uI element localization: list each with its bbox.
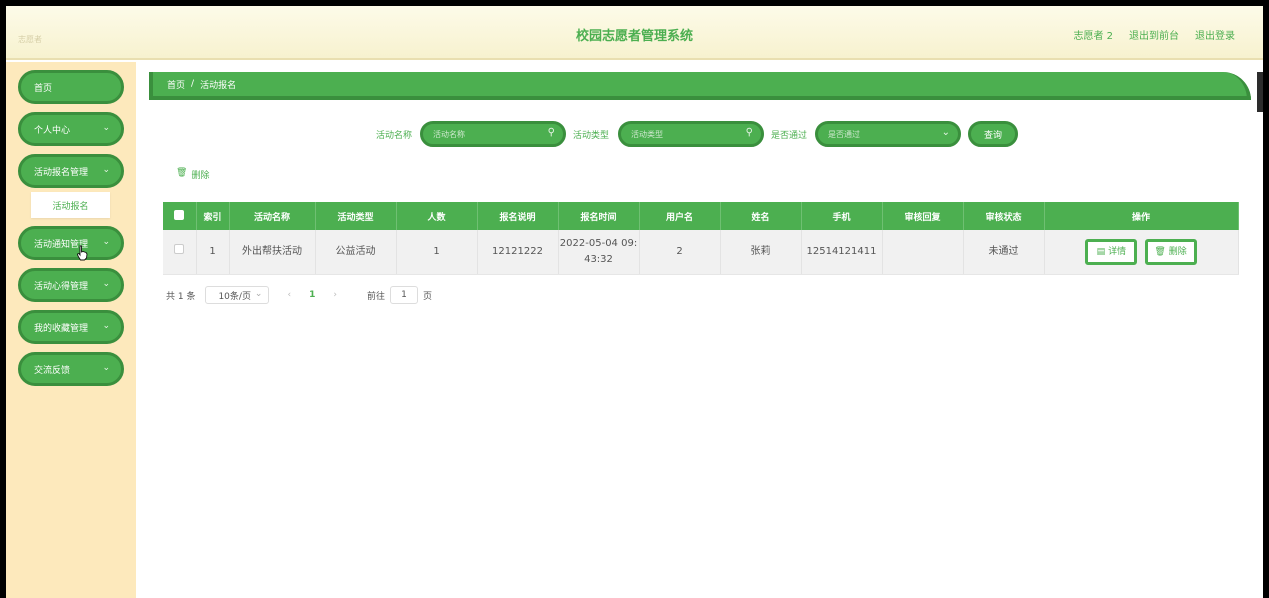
sidebar-item-personal[interactable]: 个人中心 ⌄ bbox=[18, 112, 124, 146]
sidebar-item-experience-management[interactable]: 活动心得管理 ⌄ bbox=[18, 268, 124, 302]
sidebar-item-feedback[interactable]: 交流反馈 ⌄ bbox=[18, 352, 124, 386]
header-links: 志愿者 2 退出到前台 退出登录 bbox=[1073, 27, 1235, 42]
cell-description: 12121222 bbox=[477, 230, 559, 275]
cell-signup-time: 2022-05-04 09: 43:32 bbox=[558, 230, 640, 275]
user-name[interactable]: 志愿者 2 bbox=[1073, 27, 1113, 42]
next-page-icon[interactable]: › bbox=[333, 290, 337, 300]
app-window: 志愿者 校园志愿者管理系统 志愿者 2 退出到前台 退出登录 首页 个人中心 ⌄… bbox=[6, 6, 1263, 598]
signup-table: 索引 活动名称 活动类型 人数 报名说明 报名时间 用户名 姓名 手机 审核回复… bbox=[163, 202, 1239, 275]
cell-review-status: 未通过 bbox=[963, 230, 1045, 275]
sidebar-item-signup-management[interactable]: 活动报名管理 ⌄ bbox=[18, 154, 124, 188]
sidebar: 首页 个人中心 ⌄ 活动报名管理 ⌄ 活动报名 活动通知管理 ⌄ 活动心得管理 … bbox=[6, 62, 136, 598]
detail-button[interactable]: ▤ 详情 bbox=[1085, 238, 1138, 265]
sidebar-item-label: 我的收藏管理 bbox=[34, 323, 89, 334]
trash-icon: 🗑 bbox=[176, 168, 188, 178]
column-header: 用户名 bbox=[639, 202, 721, 230]
page-size-value: 10条/页 bbox=[218, 291, 251, 302]
activity-name-label: 活动名称 bbox=[376, 131, 413, 141]
cell-activity-name: 外出帮扶活动 bbox=[229, 230, 316, 275]
delete-label: 删除 bbox=[191, 171, 210, 181]
row-delete-button[interactable]: 🗑 删除 bbox=[1144, 238, 1197, 265]
sidebar-item-label: 活动报名管理 bbox=[34, 167, 89, 178]
page-size-select[interactable]: 10条/页 ⌄ bbox=[205, 286, 270, 304]
cell-operations: ▤ 详情 🗑 删除 bbox=[1044, 230, 1239, 275]
chevron-down-icon: ⌄ bbox=[102, 123, 110, 133]
table-header-row: 索引 活动名称 活动类型 人数 报名说明 报名时间 用户名 姓名 手机 审核回复… bbox=[163, 202, 1239, 230]
activity-name-placeholder: 活动名称 bbox=[433, 129, 465, 139]
cell-index: 1 bbox=[196, 230, 230, 275]
pass-status-select[interactable]: 是否通过 ⌄ bbox=[815, 121, 961, 147]
chevron-down-icon: ⌄ bbox=[254, 289, 263, 299]
chevron-down-icon: ⌄ bbox=[102, 165, 110, 175]
column-header: 报名说明 bbox=[477, 202, 559, 230]
search-icon: ⚲ bbox=[745, 127, 753, 138]
activity-name-input[interactable]: 活动名称 ⚲ bbox=[420, 121, 566, 147]
total-count: 共 1 条 bbox=[166, 291, 196, 302]
query-button[interactable]: 查询 bbox=[968, 121, 1018, 147]
column-header: 操作 bbox=[1044, 202, 1239, 230]
scrollbar[interactable] bbox=[1257, 72, 1263, 112]
sidebar-item-home[interactable]: 首页 bbox=[18, 70, 124, 104]
detail-label: 详情 bbox=[1108, 246, 1127, 257]
sidebar-item-label: 首页 bbox=[34, 83, 53, 94]
signup-time-line1: 2022-05-04 09: bbox=[559, 237, 638, 249]
goto-label: 前往 bbox=[366, 291, 385, 302]
sidebar-item-label: 交流反馈 bbox=[34, 365, 71, 376]
goto-page-input[interactable]: 1 bbox=[389, 286, 418, 304]
select-all-checkbox[interactable] bbox=[163, 202, 197, 230]
activity-type-label: 活动类型 bbox=[573, 131, 610, 141]
cell-realname: 张莉 bbox=[720, 230, 802, 275]
sidebar-item-notice-management[interactable]: 活动通知管理 ⌄ bbox=[18, 226, 124, 260]
column-header: 审核回复 bbox=[882, 202, 964, 230]
row-delete-label: 删除 bbox=[1168, 246, 1187, 257]
pass-status-label: 是否通过 bbox=[771, 131, 808, 141]
pagination: 共 1 条 10条/页 ⌄ ‹ 1 › 前往 1 页 bbox=[166, 286, 432, 304]
column-header: 审核状态 bbox=[963, 202, 1045, 230]
column-header: 活动类型 bbox=[315, 202, 397, 230]
logout-link[interactable]: 退出登录 bbox=[1195, 27, 1235, 42]
signup-time-line2: 43:32 bbox=[584, 253, 613, 265]
chevron-down-icon: ⌄ bbox=[102, 279, 110, 289]
column-header: 姓名 bbox=[720, 202, 802, 230]
submenu-item-signup[interactable]: 活动报名 bbox=[31, 192, 110, 218]
sidebar-item-favorites-management[interactable]: 我的收藏管理 ⌄ bbox=[18, 310, 124, 344]
breadcrumb-current: 活动报名 bbox=[200, 80, 237, 91]
delete-button[interactable]: 🗑 删除 bbox=[176, 168, 209, 181]
current-page-number[interactable]: 1 bbox=[309, 290, 315, 300]
breadcrumb-separator: / bbox=[191, 79, 195, 89]
row-checkbox[interactable] bbox=[163, 230, 197, 275]
column-header: 手机 bbox=[801, 202, 883, 230]
chevron-down-icon: ⌄ bbox=[102, 321, 110, 331]
document-icon: ▤ bbox=[1096, 246, 1106, 257]
cell-phone: 12514121411 bbox=[801, 230, 883, 275]
column-header: 活动名称 bbox=[229, 202, 316, 230]
pass-status-placeholder: 是否通过 bbox=[828, 129, 860, 139]
chevron-down-icon: ⌄ bbox=[941, 127, 950, 138]
column-header: 报名时间 bbox=[558, 202, 640, 230]
search-icon: ⚲ bbox=[547, 127, 555, 138]
table-row: 1 外出帮扶活动 公益活动 1 12121222 2022-05-04 09: … bbox=[163, 230, 1239, 275]
activity-type-input[interactable]: 活动类型 ⚲ bbox=[618, 121, 764, 147]
top-bar: 志愿者 校园志愿者管理系统 志愿者 2 退出到前台 退出登录 bbox=[6, 6, 1263, 60]
breadcrumb-home[interactable]: 首页 bbox=[167, 78, 185, 91]
breadcrumb: 首页 / 活动报名 bbox=[149, 72, 1251, 100]
sidebar-item-label: 个人中心 bbox=[34, 125, 71, 136]
cell-count: 1 bbox=[396, 230, 478, 275]
trash-icon: 🗑 bbox=[1154, 246, 1166, 257]
cell-username: 2 bbox=[639, 230, 721, 275]
to-front-link[interactable]: 退出到前台 bbox=[1129, 27, 1179, 42]
cell-review-reply bbox=[882, 230, 964, 275]
chevron-down-icon: ⌄ bbox=[102, 237, 110, 247]
prev-page-icon[interactable]: ‹ bbox=[287, 290, 291, 300]
column-header: 人数 bbox=[396, 202, 478, 230]
goto-unit-label: 页 bbox=[422, 291, 432, 302]
activity-type-placeholder: 活动类型 bbox=[631, 129, 663, 139]
column-header: 索引 bbox=[196, 202, 230, 230]
sidebar-item-label: 活动心得管理 bbox=[34, 281, 89, 292]
chevron-down-icon: ⌄ bbox=[102, 363, 110, 373]
hand-cursor-icon bbox=[76, 245, 88, 261]
cell-activity-type: 公益活动 bbox=[315, 230, 397, 275]
